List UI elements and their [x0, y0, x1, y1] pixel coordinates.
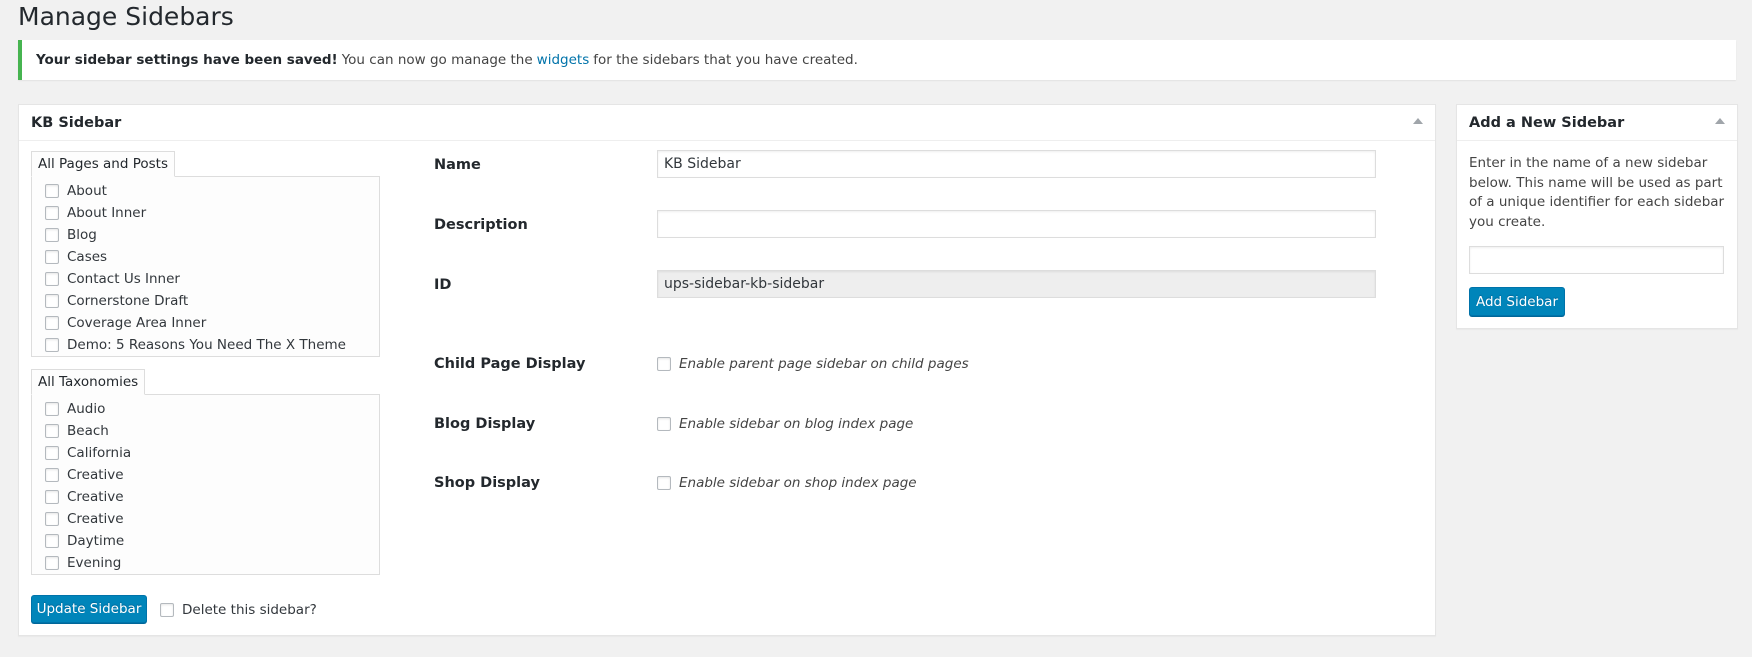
tab-all-taxonomies[interactable]: All Taxonomies	[31, 369, 146, 395]
name-label: Name	[434, 157, 481, 173]
notice-text-after: for the sidebars that you have created.	[593, 52, 858, 68]
item-label: About	[67, 183, 107, 199]
item-checkbox[interactable]	[45, 446, 59, 460]
list-item: Demo: 5 Reasons You Need The X Theme	[32, 334, 379, 356]
list-item: Cases	[32, 246, 379, 268]
item-checkbox[interactable]	[45, 316, 59, 330]
description-input[interactable]	[657, 210, 1376, 238]
widgets-link[interactable]: widgets	[537, 52, 590, 68]
add-sidebar-description: Enter in the name of a new sidebar below…	[1469, 155, 1725, 230]
child-page-option: Enable parent page sidebar on child page…	[657, 356, 969, 372]
list-item: Audio	[32, 398, 379, 420]
add-sidebar-panel-title: Add a New Sidebar	[1469, 114, 1625, 131]
notice-text-before: You can now go manage the	[341, 52, 533, 68]
list-item: About	[32, 180, 379, 202]
list-item: Beach	[32, 420, 379, 442]
list-item: Cornerstone Draft	[32, 290, 379, 312]
item-checkbox[interactable]	[45, 338, 59, 352]
shop-display-label: Shop Display	[434, 475, 540, 491]
item-label: Audio	[67, 401, 106, 417]
list-item: Creative	[32, 464, 379, 486]
list-item: About Inner	[32, 202, 379, 224]
pages-checklist[interactable]: About About Inner Blog Cases Contact Us Inne…	[31, 176, 380, 357]
item-label: Coverage Area Inner	[67, 315, 207, 331]
item-label: Creative	[67, 489, 124, 505]
item-label: About Inner	[67, 205, 147, 221]
sidebar-edit-panel: KB Sidebar All Pages and Posts About Abou…	[18, 104, 1436, 636]
item-checkbox[interactable]	[45, 206, 59, 220]
blog-display-option-label: Enable sidebar on blog index page	[679, 416, 914, 432]
shop-display-option: Enable sidebar on shop index page	[657, 475, 917, 491]
description-label: Description	[434, 217, 528, 233]
item-checkbox[interactable]	[45, 534, 59, 548]
item-label: Daytime	[67, 533, 125, 549]
item-checkbox[interactable]	[45, 294, 59, 308]
add-sidebar-button[interactable]: Add Sidebar	[1469, 287, 1565, 316]
item-label: Evening	[67, 555, 122, 571]
item-checkbox[interactable]	[45, 184, 59, 198]
list-item: Blog	[32, 224, 379, 246]
taxonomies-checklist[interactable]: Audio Beach California Creative Creative Crea…	[31, 394, 380, 575]
item-label: California	[67, 445, 132, 461]
blog-display-option: Enable sidebar on blog index page	[657, 416, 913, 432]
update-sidebar-button[interactable]: Update Sidebar	[31, 595, 147, 623]
child-page-option-label: Enable parent page sidebar on child page…	[679, 356, 969, 372]
item-checkbox[interactable]	[45, 228, 59, 242]
delete-sidebar-checkbox[interactable]	[160, 603, 174, 617]
item-checkbox[interactable]	[45, 512, 59, 526]
new-sidebar-name-input[interactable]	[1469, 246, 1724, 274]
item-checkbox[interactable]	[45, 272, 59, 286]
item-label: Demo: 5 Reasons You Need The X Theme	[67, 337, 346, 353]
notice-bold-text: Your sidebar settings have been saved!	[36, 52, 338, 68]
item-label: Creative	[67, 511, 124, 527]
list-item: Evening	[32, 552, 379, 574]
shop-display-option-label: Enable sidebar on shop index page	[679, 475, 917, 491]
child-page-checkbox[interactable]	[657, 357, 671, 371]
page-title: Manage Sidebars	[18, 2, 234, 31]
item-checkbox[interactable]	[45, 250, 59, 264]
list-item: Creative	[32, 486, 379, 508]
add-sidebar-panel-header[interactable]: Add a New Sidebar	[1457, 105, 1737, 141]
item-label: Cases	[67, 249, 108, 265]
list-item: Coverage Area Inner	[32, 312, 379, 334]
list-item: Contact Us Inner	[32, 268, 379, 290]
success-notice: Your sidebar settings have been saved! Y…	[18, 40, 1736, 80]
item-checkbox[interactable]	[45, 556, 59, 570]
tab-all-pages-and-posts[interactable]: All Pages and Posts	[31, 151, 176, 177]
collapse-arrow-icon[interactable]	[1413, 118, 1423, 124]
item-checkbox[interactable]	[45, 490, 59, 504]
collapse-arrow-icon[interactable]	[1715, 118, 1725, 124]
list-item: Creative	[32, 508, 379, 530]
blog-display-label: Blog Display	[434, 416, 536, 432]
add-sidebar-panel: Add a New Sidebar Enter in the name of a…	[1456, 104, 1738, 329]
list-item: Daytime	[32, 530, 379, 552]
list-item: California	[32, 442, 379, 464]
item-checkbox[interactable]	[45, 402, 59, 416]
blog-display-checkbox[interactable]	[657, 417, 671, 431]
delete-sidebar-label: Delete this sidebar?	[182, 602, 317, 618]
name-input[interactable]: KB Sidebar	[657, 150, 1376, 178]
item-label: Cornerstone Draft	[67, 293, 189, 309]
item-label: Beach	[67, 423, 109, 439]
sidebar-panel-title: KB Sidebar	[31, 114, 122, 131]
id-label: ID	[434, 277, 452, 293]
item-label: Contact Us Inner	[67, 271, 180, 287]
item-checkbox[interactable]	[45, 468, 59, 482]
shop-display-checkbox[interactable]	[657, 476, 671, 490]
sidebar-panel-header[interactable]: KB Sidebar	[19, 105, 1435, 141]
item-label: Creative	[67, 467, 124, 483]
child-page-display-label: Child Page Display	[434, 356, 586, 372]
item-label: Blog	[67, 227, 97, 243]
delete-sidebar-option: Delete this sidebar?	[160, 602, 317, 618]
id-input: ups-sidebar-kb-sidebar	[657, 270, 1376, 298]
item-checkbox[interactable]	[45, 424, 59, 438]
